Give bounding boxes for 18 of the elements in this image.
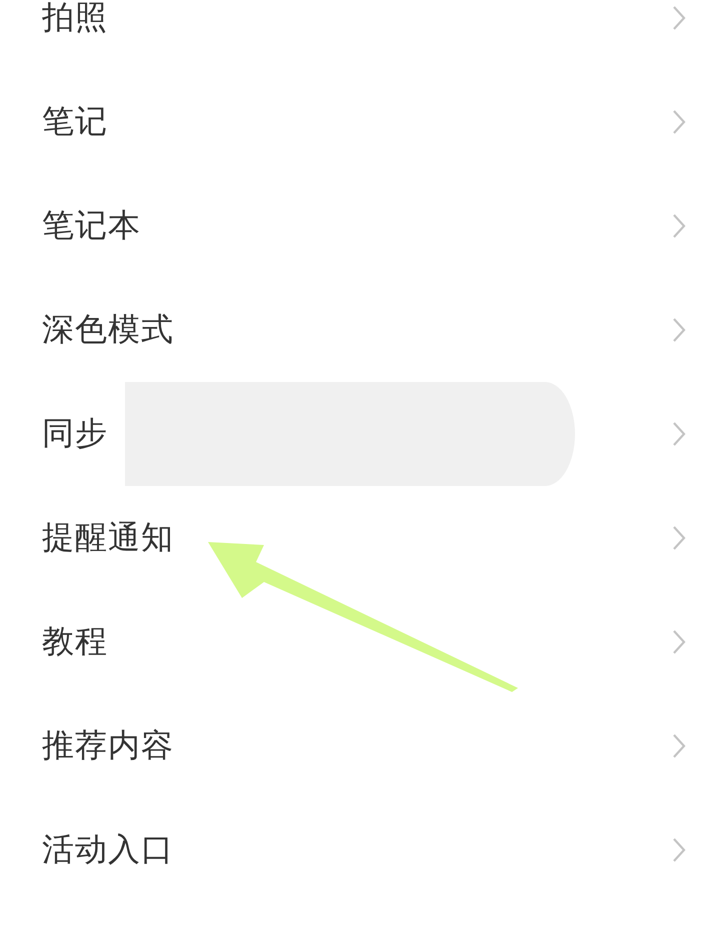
chevron-right-icon	[672, 421, 686, 447]
chevron-right-icon	[672, 5, 686, 31]
chevron-right-icon	[672, 525, 686, 551]
row-label: 提醒通知	[42, 517, 174, 558]
row-label: 推荐内容	[42, 725, 174, 766]
chevron-right-icon	[672, 317, 686, 343]
row-label: 教程	[42, 621, 108, 662]
row-label: 同步	[42, 413, 108, 454]
row-label: 笔记	[42, 101, 108, 142]
row-label: 笔记本	[42, 205, 141, 246]
chevron-right-icon	[672, 629, 686, 655]
chevron-right-icon	[672, 109, 686, 135]
row-label: 活动入口	[42, 829, 174, 870]
chevron-right-icon	[672, 733, 686, 759]
chevron-right-icon	[672, 213, 686, 239]
row-label: 拍照	[42, 0, 108, 38]
chevron-right-icon	[672, 837, 686, 863]
row-label: 深色模式	[42, 309, 174, 350]
